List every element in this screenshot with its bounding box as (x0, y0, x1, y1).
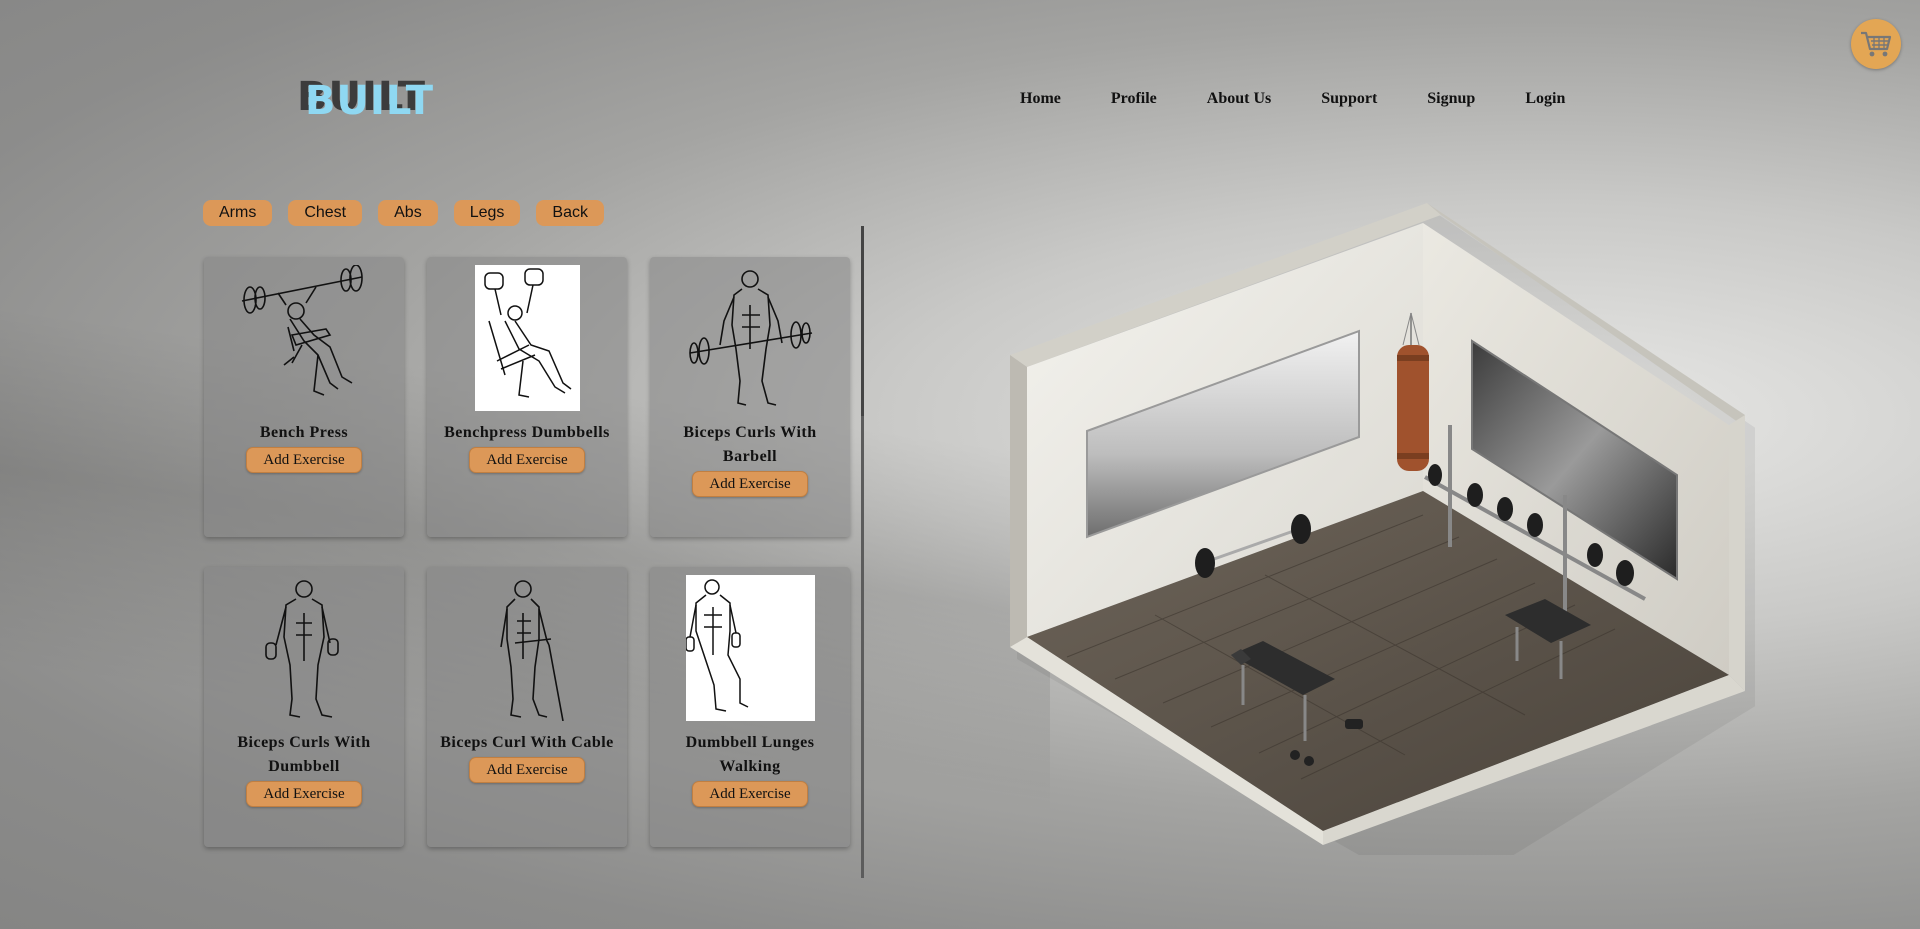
exercise-card: Bench Press Add Exercise (204, 257, 404, 537)
add-exercise-button[interactable]: Add Exercise (246, 447, 362, 473)
exercise-title: Bench Press (259, 424, 349, 441)
nav-profile[interactable]: Profile (1111, 90, 1157, 108)
benchpress-dumbbells-illustration (474, 265, 580, 411)
category-arms-button[interactable]: Arms (203, 200, 273, 226)
list-scrollbar[interactable] (861, 226, 864, 878)
exercise-card: Biceps Curls With Barbell Add Exercise (650, 257, 850, 537)
main-nav: Home Profile About Us Support Signup Log… (1020, 90, 1615, 108)
nav-signup[interactable]: Signup (1427, 90, 1475, 108)
exercise-title: Biceps Curls With Dumbbell (237, 734, 371, 775)
exercise-card: Benchpress Dumbbells Add Exercise (427, 257, 627, 537)
dumbbell-curl-illustration (244, 575, 364, 721)
nav-login[interactable]: Login (1525, 90, 1565, 108)
exercise-title: Biceps Curls With Barbell (683, 424, 817, 465)
category-abs-button[interactable]: Abs (378, 200, 438, 226)
exercise-card: Dumbbell Lunges Walking Add Exercise (650, 567, 850, 847)
logo-text: BUILT (305, 78, 435, 124)
cart-button[interactable] (1851, 19, 1901, 69)
exercise-card: Biceps Curls With Dumbbell Add Exercise (204, 567, 404, 847)
category-filter-bar: Arms Chest Abs Legs Back (203, 200, 620, 226)
nav-support[interactable]: Support (1321, 90, 1377, 108)
category-legs-button[interactable]: Legs (453, 200, 521, 226)
add-exercise-button[interactable]: Add Exercise (692, 781, 808, 807)
category-back-button[interactable]: Back (536, 200, 604, 226)
nav-about-us[interactable]: About Us (1207, 90, 1271, 108)
exercise-card: Biceps Curl With Cable Add Exercise (427, 567, 627, 847)
scrollbar-thumb[interactable] (861, 226, 864, 416)
exercise-title: Dumbbell Lunges Walking (685, 734, 815, 775)
nav-home[interactable]: Home (1020, 90, 1061, 108)
gym-room-illustration (1010, 203, 1755, 855)
shopping-cart-icon (1861, 31, 1892, 57)
exercise-title: Benchpress Dumbbells (444, 424, 610, 441)
logo[interactable]: BUILT BUILT (297, 74, 433, 124)
exercise-title: Biceps Curl With Cable (440, 734, 614, 751)
bench-press-illustration (234, 265, 374, 411)
add-exercise-button[interactable]: Add Exercise (469, 447, 585, 473)
add-exercise-button[interactable]: Add Exercise (692, 471, 808, 497)
add-exercise-button[interactable]: Add Exercise (246, 781, 362, 807)
category-chest-button[interactable]: Chest (288, 200, 363, 226)
dumbbell-lunges-illustration (685, 575, 815, 721)
cable-curl-illustration (467, 575, 587, 721)
barbell-curl-illustration (680, 265, 820, 411)
add-exercise-button[interactable]: Add Exercise (469, 757, 585, 783)
